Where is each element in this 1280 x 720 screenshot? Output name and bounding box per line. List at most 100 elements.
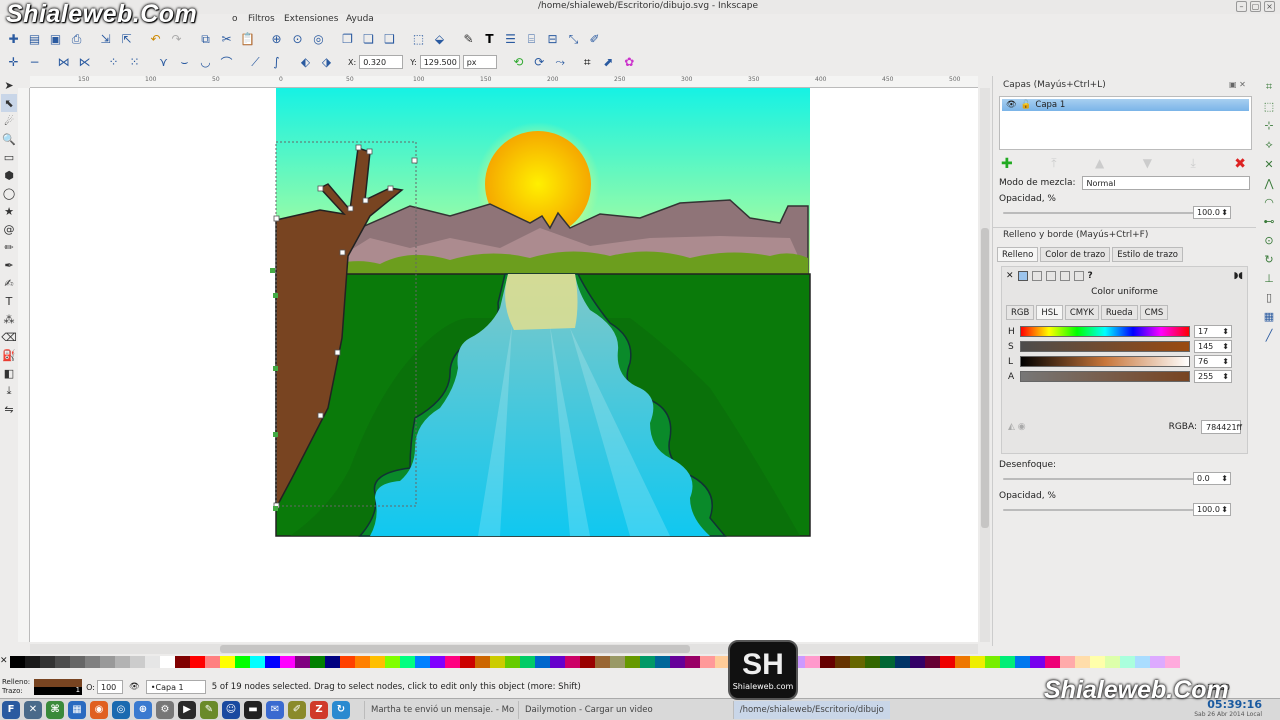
align-icon[interactable]: ⊟: [543, 30, 562, 49]
zoom-drawing-icon[interactable]: ⊙: [288, 30, 307, 49]
node-tool-icon[interactable]: ⬉: [1, 94, 17, 112]
palette-swatch[interactable]: [700, 656, 715, 668]
snap-smooth-icon[interactable]: ◠: [1264, 196, 1274, 209]
group-icon[interactable]: ⬚: [409, 30, 428, 49]
linear-gradient-icon[interactable]: [1031, 271, 1042, 281]
palette-swatch[interactable]: [850, 656, 865, 668]
menu-filtros[interactable]: Filtros: [248, 14, 275, 24]
pencil-tool-icon[interactable]: ✏: [1, 238, 17, 256]
snap-cusp-icon[interactable]: ⋀: [1264, 177, 1273, 190]
palette-swatch[interactable]: [505, 656, 520, 668]
layer-opacity-input[interactable]: 100.0 ⬍: [1193, 206, 1231, 219]
palette-swatch[interactable]: [1150, 656, 1165, 668]
no-paint-swatch[interactable]: ✕: [0, 656, 8, 666]
y-input[interactable]: 129.500: [419, 55, 460, 69]
palette-swatch[interactable]: [340, 656, 355, 668]
palette-swatch[interactable]: [670, 656, 685, 668]
layer-visibility-icon[interactable]: 👁: [129, 682, 140, 692]
palette-swatch[interactable]: [325, 656, 340, 668]
palette-swatch[interactable]: [1015, 656, 1030, 668]
blur-input[interactable]: 0.0 ⬍: [1193, 472, 1231, 485]
palette-swatch[interactable]: [280, 656, 295, 668]
delete-node-icon[interactable]: −: [25, 53, 44, 72]
snap-bbox-icon[interactable]: ⬚: [1264, 100, 1274, 113]
join-segment-icon[interactable]: ⁘: [104, 53, 123, 72]
settings-icon[interactable]: ⚙: [156, 700, 174, 719]
layer-name[interactable]: Capa 1: [1035, 100, 1065, 110]
new-document-icon[interactable]: ✚: [4, 30, 23, 49]
transform-icon[interactable]: ⤡: [564, 30, 583, 49]
lightness-slider[interactable]: [1020, 356, 1190, 367]
x-input[interactable]: 0.320: [359, 55, 404, 69]
palette-swatch[interactable]: [1060, 656, 1075, 668]
clone-icon[interactable]: ❏: [359, 30, 378, 49]
layers-close-icon[interactable]: ▣ ✕: [1229, 80, 1246, 89]
palette-swatch[interactable]: [835, 656, 850, 668]
palette-swatch[interactable]: [1090, 656, 1105, 668]
palette-swatch[interactable]: [640, 656, 655, 668]
no-paint-icon[interactable]: ✕: [1006, 271, 1014, 281]
palette-swatch[interactable]: [805, 656, 820, 668]
mask-edit-icon[interactable]: ⬈: [599, 53, 618, 72]
snap-center-icon[interactable]: ⊙: [1264, 234, 1273, 247]
show-handles-icon[interactable]: ⟲: [509, 53, 528, 72]
connector-tool-icon[interactable]: ⇋: [1, 400, 17, 418]
path-effect-icon[interactable]: ⤳: [551, 53, 570, 72]
spray-tool-icon[interactable]: ⁂: [1, 310, 17, 328]
tab-rgb[interactable]: RGB: [1006, 305, 1035, 320]
snap-paths-icon[interactable]: ⟡: [1265, 138, 1272, 152]
snap-intersections-icon[interactable]: ✕: [1264, 158, 1273, 171]
current-layer-select[interactable]: •Capa 1: [145, 680, 206, 694]
delete-segment-icon[interactable]: ⁙: [125, 53, 144, 72]
palette-swatch[interactable]: [550, 656, 565, 668]
star-tool-icon[interactable]: ★: [1, 202, 17, 220]
flat-color-icon[interactable]: [1017, 271, 1028, 281]
palette-swatch[interactable]: [310, 656, 325, 668]
start-menu-icon[interactable]: F: [2, 700, 20, 719]
palette-swatch[interactable]: [655, 656, 670, 668]
console-icon[interactable]: ▬: [244, 700, 262, 719]
object-opacity-slider[interactable]: [1003, 508, 1199, 511]
curve-segment-icon[interactable]: ∫: [267, 53, 286, 72]
unlink-clone-icon[interactable]: ❑: [380, 30, 399, 49]
palette-swatch[interactable]: [895, 656, 910, 668]
snap-rotation-icon[interactable]: ↻: [1264, 253, 1273, 266]
redo-icon[interactable]: ↷: [167, 30, 186, 49]
fill-rule-icon[interactable]: ◗◖: [1234, 271, 1243, 281]
ungroup-icon[interactable]: ⬙: [430, 30, 449, 49]
zoom-tool-icon[interactable]: 🔍: [1, 130, 17, 148]
snap-grid-icon[interactable]: ▦: [1264, 310, 1274, 323]
palette-swatch[interactable]: [880, 656, 895, 668]
fill-stroke-icon[interactable]: ✎: [459, 30, 478, 49]
raise-top-icon[interactable]: ⤒: [1051, 156, 1056, 172]
auto-node-icon[interactable]: ⌒: [217, 53, 236, 72]
stroke-to-path-icon[interactable]: ⬗: [317, 53, 336, 72]
pattern-icon[interactable]: [1059, 271, 1070, 281]
xml-editor-icon[interactable]: ⌸: [522, 30, 541, 49]
chat-icon[interactable]: ☺: [222, 700, 240, 719]
save-icon[interactable]: ▣: [46, 30, 65, 49]
snap-midpoint-icon[interactable]: ⊷: [1264, 215, 1275, 228]
palette-swatch[interactable]: [370, 656, 385, 668]
hscroll-thumb[interactable]: [220, 645, 690, 653]
symmetric-node-icon[interactable]: ◡: [196, 53, 215, 72]
break-path-icon[interactable]: ⋉: [75, 53, 94, 72]
path-outline-icon[interactable]: ✿: [620, 53, 639, 72]
object-to-path-icon[interactable]: ⬖: [296, 53, 315, 72]
tab-stroke-style[interactable]: Estilo de trazo: [1112, 247, 1184, 262]
palette-swatch[interactable]: [415, 656, 430, 668]
line-segment-icon[interactable]: ⟋: [246, 53, 265, 72]
palette-swatch[interactable]: [40, 656, 55, 668]
palette-swatch[interactable]: [1075, 656, 1090, 668]
palette-swatch[interactable]: [925, 656, 940, 668]
palette-swatch[interactable]: [610, 656, 625, 668]
palette-swatch[interactable]: [595, 656, 610, 668]
palette-swatch[interactable]: [580, 656, 595, 668]
palette-swatch[interactable]: [955, 656, 970, 668]
network-icon[interactable]: ⊕: [134, 700, 152, 719]
palette-swatch[interactable]: [265, 656, 280, 668]
palette-swatch[interactable]: [130, 656, 145, 668]
task-inkscape[interactable]: /home/shialeweb/Escritorio/dibujo: [732, 700, 890, 719]
layer-row[interactable]: 👁 🔓 Capa 1: [1002, 99, 1249, 111]
fill-stroke-indicator[interactable]: 1: [34, 679, 83, 695]
